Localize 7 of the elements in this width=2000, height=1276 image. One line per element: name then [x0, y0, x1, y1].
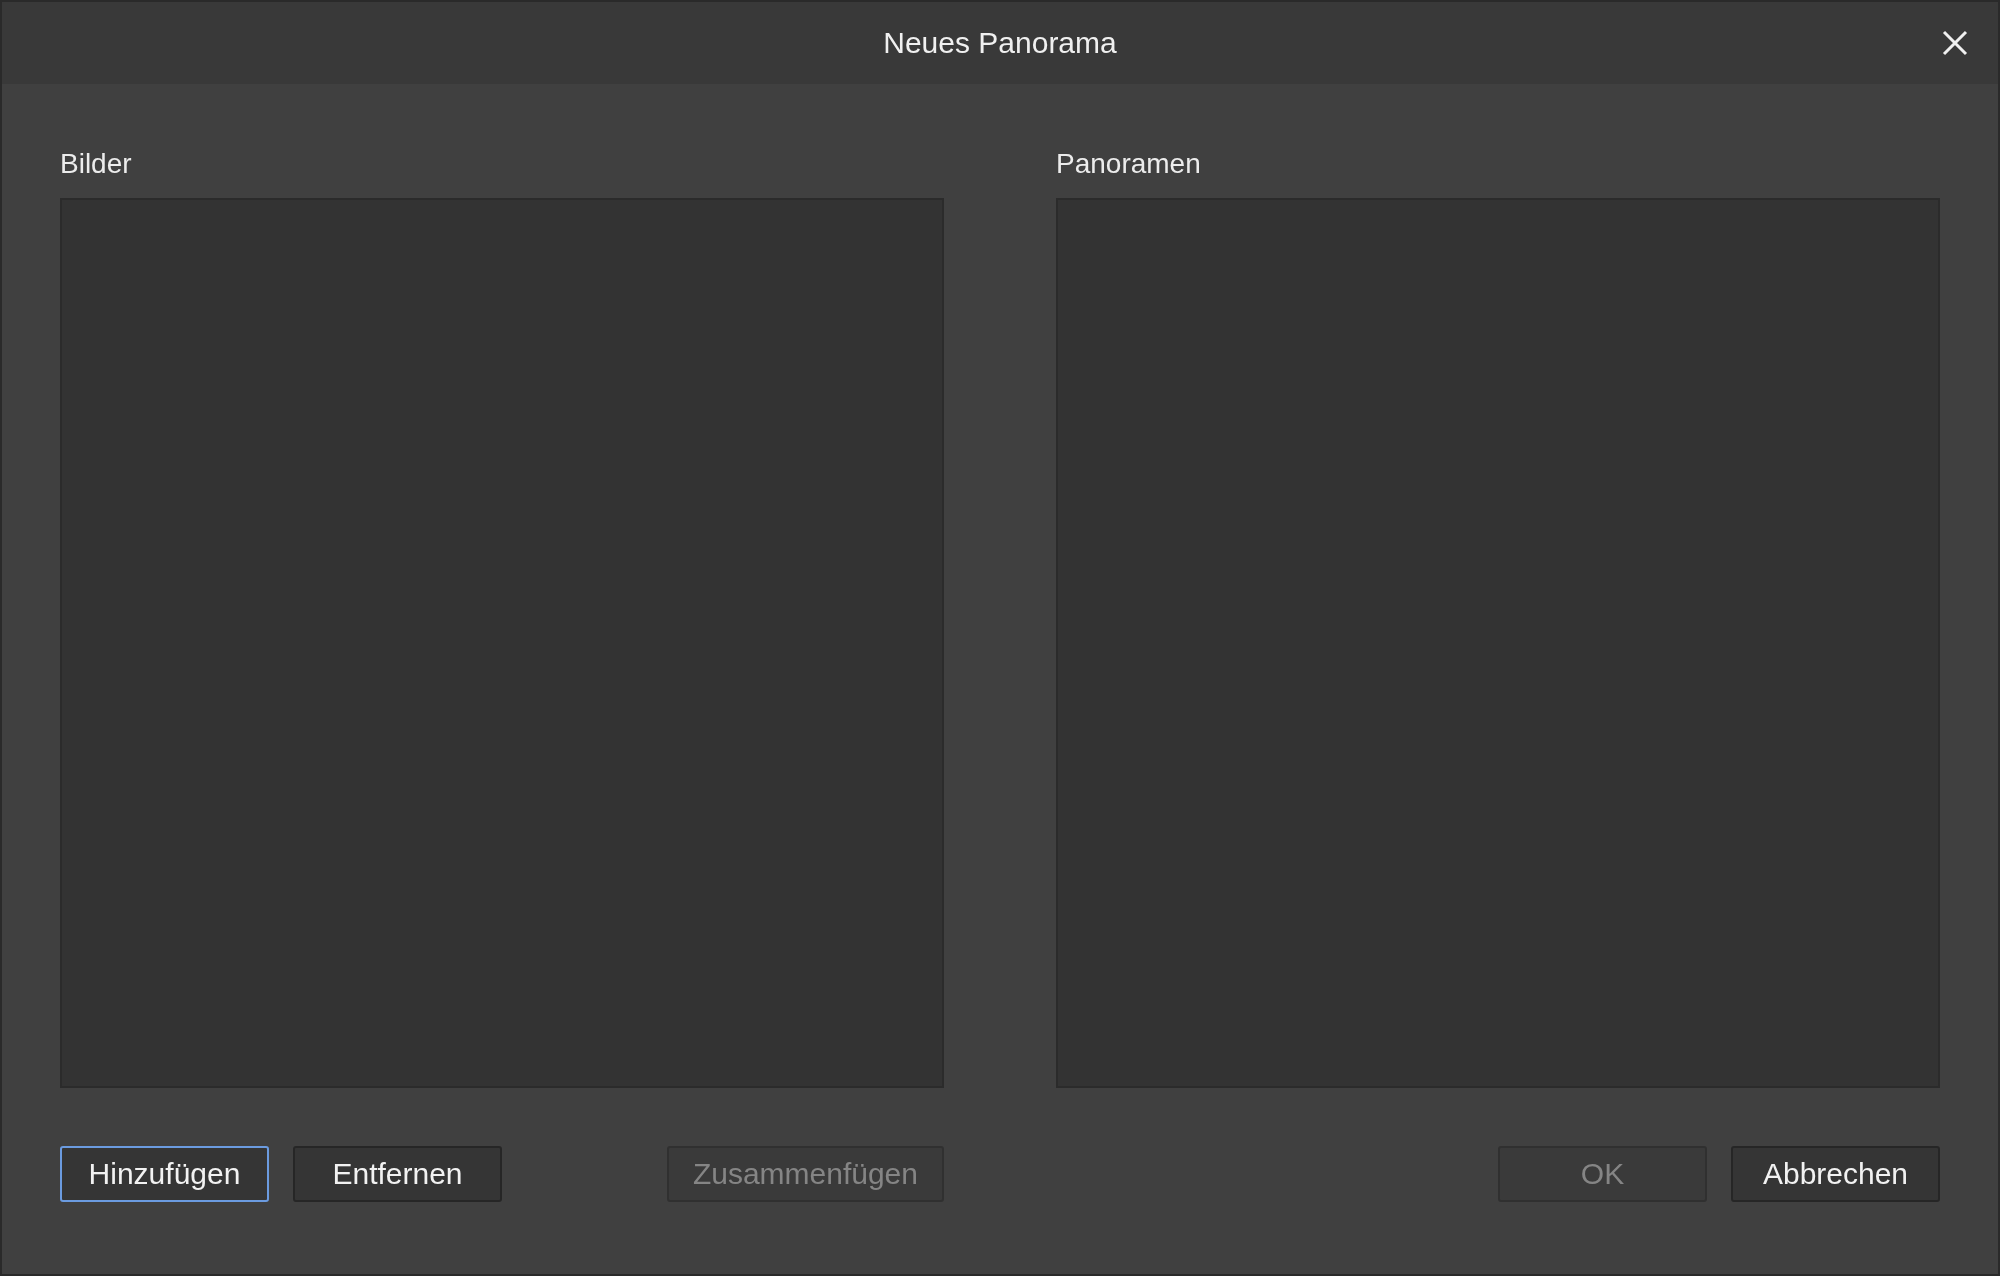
window-title: Neues Panorama	[883, 26, 1117, 60]
close-icon[interactable]	[1940, 28, 1970, 58]
dialog-button[interactable]: Hinzufügen	[60, 1146, 269, 1202]
dialog-button[interactable]: Abbrechen	[1731, 1146, 1940, 1202]
panel-label: Panoramen	[1056, 148, 1201, 180]
panel-label: Bilder	[60, 148, 132, 180]
dialog-button[interactable]: Entfernen	[293, 1146, 502, 1202]
